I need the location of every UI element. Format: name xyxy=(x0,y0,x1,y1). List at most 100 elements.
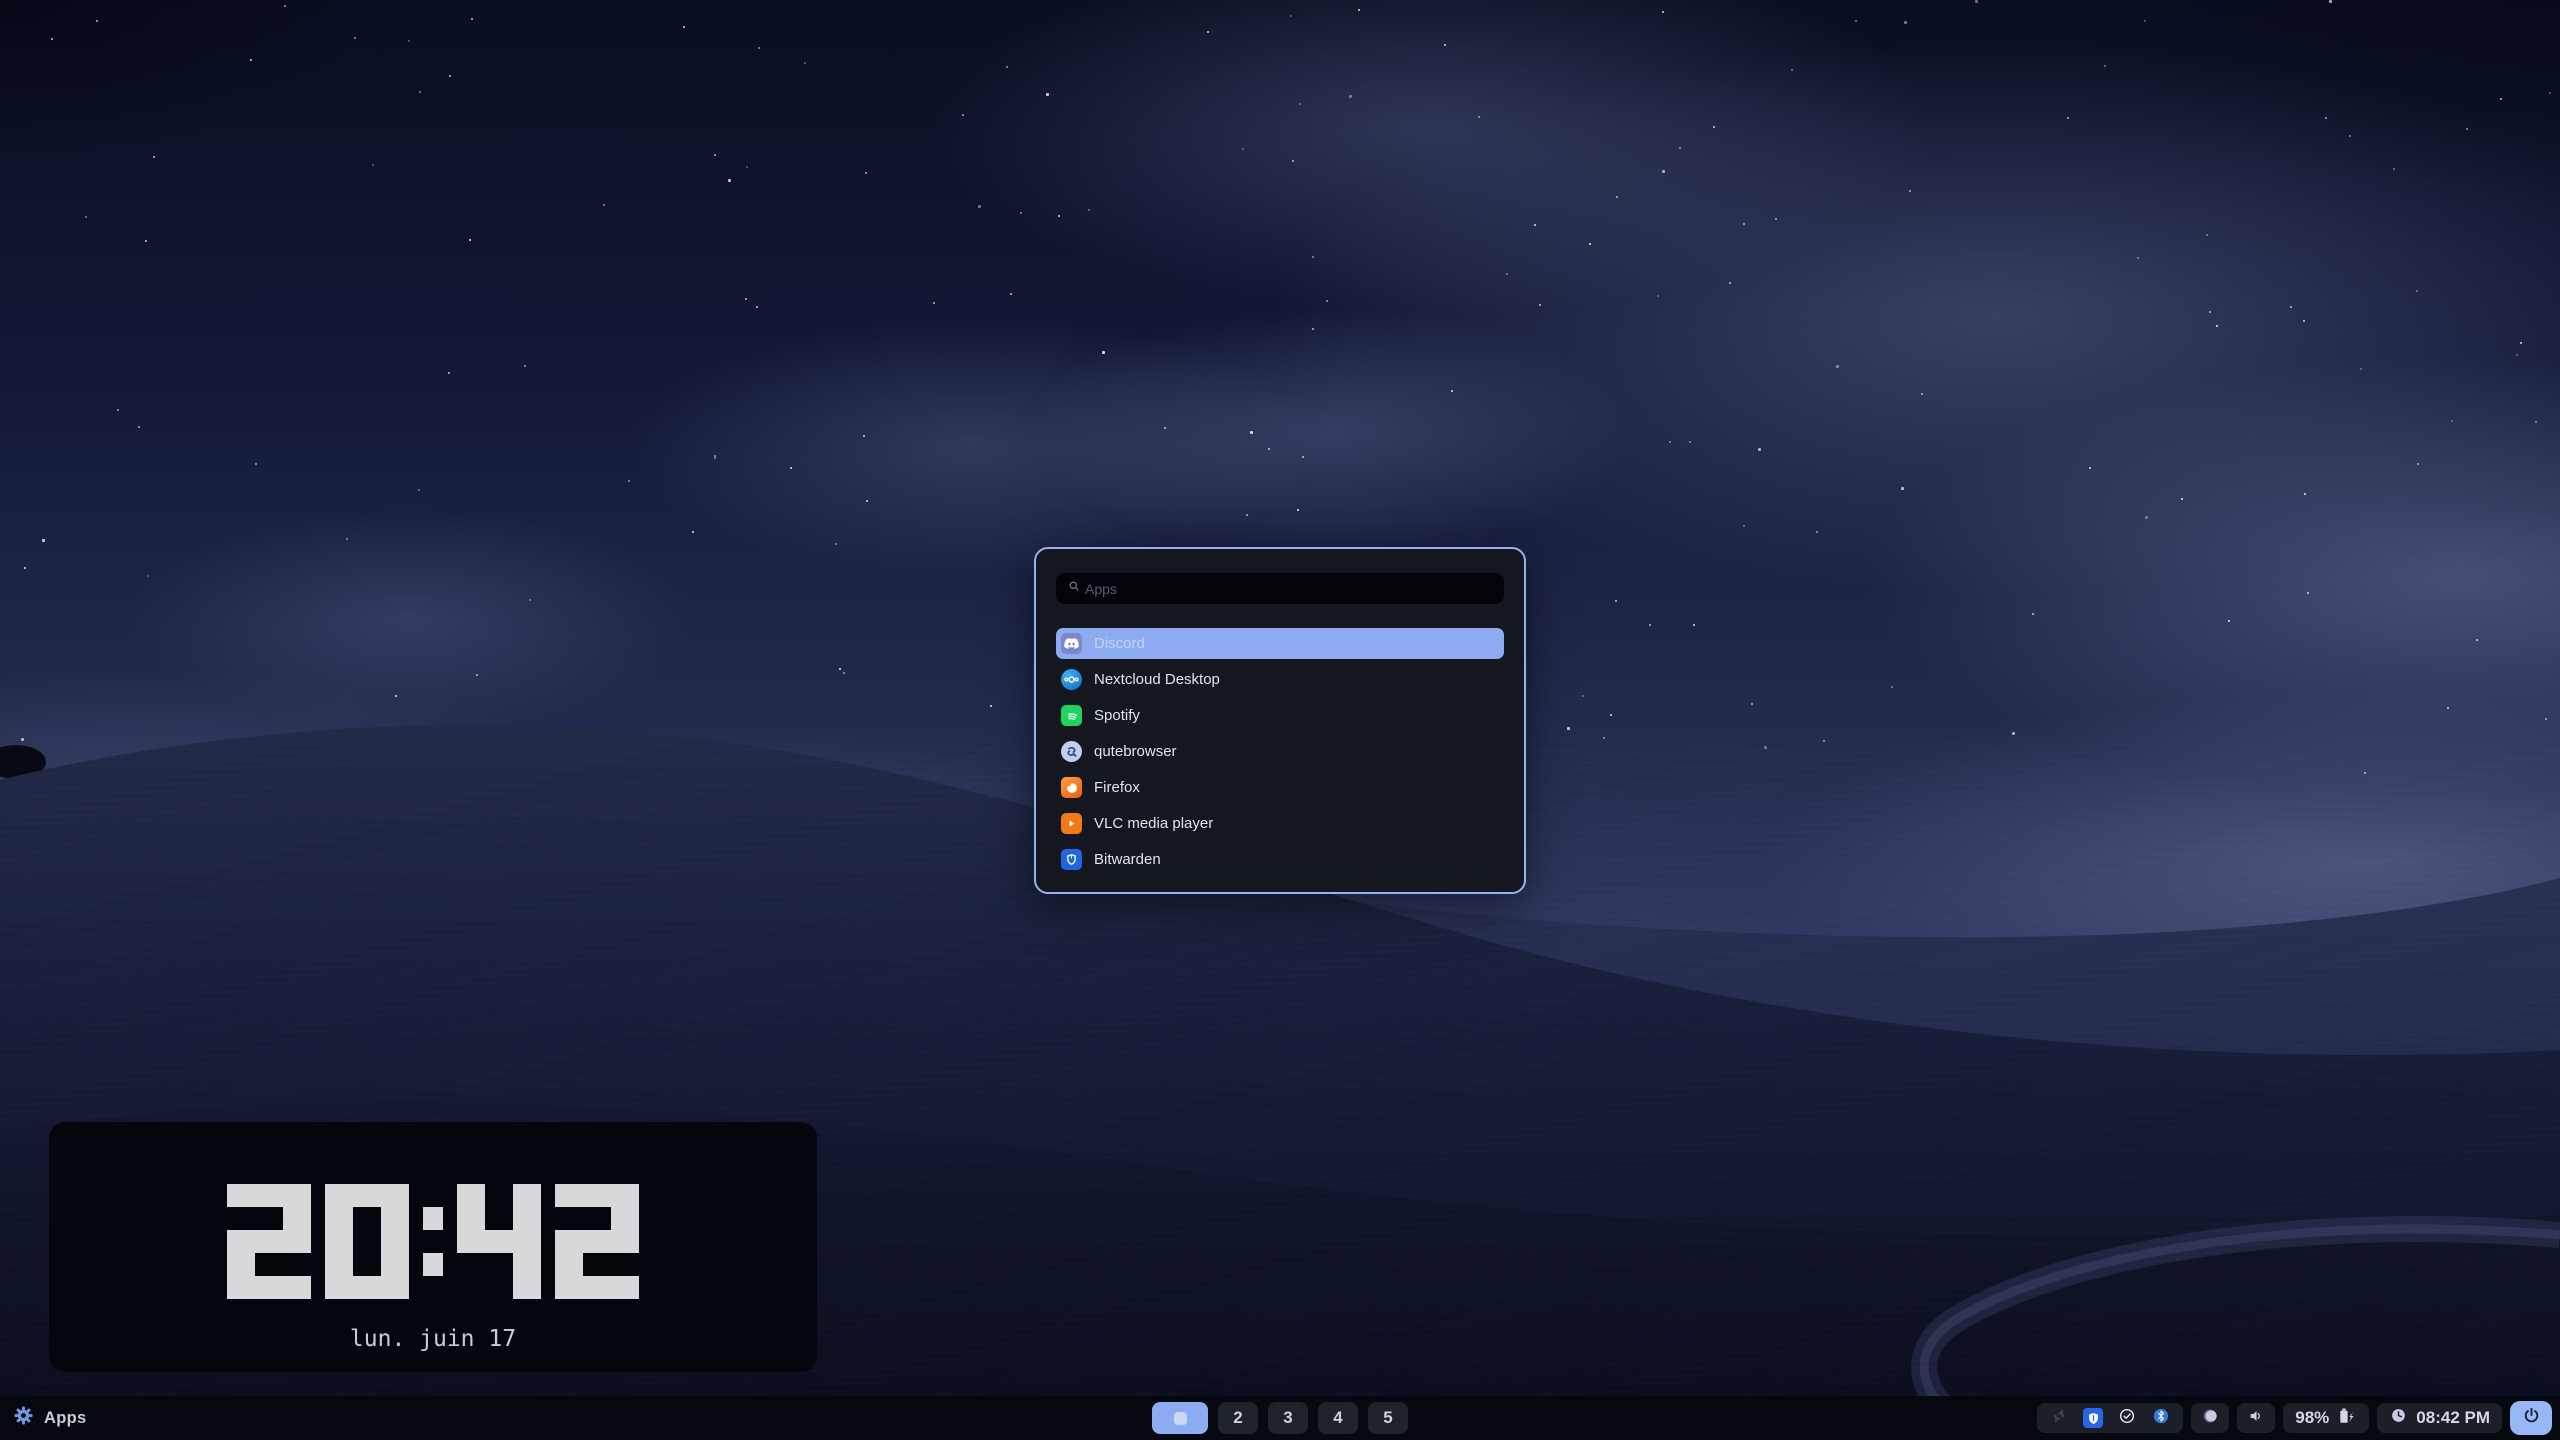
workspace-button-3[interactable]: 3 xyxy=(1268,1402,1308,1434)
check-circle-icon[interactable] xyxy=(2117,1406,2137,1431)
launcher-item-nextcloud-desktop[interactable]: Nextcloud Desktop xyxy=(1056,664,1504,695)
clock-cell xyxy=(283,1184,311,1207)
launcher-item-label: Spotify xyxy=(1094,707,1140,724)
power-button[interactable] xyxy=(2510,1401,2552,1435)
clock-cell xyxy=(611,1184,639,1207)
clock-cell xyxy=(457,1276,485,1299)
workspace-button-2[interactable]: 2 xyxy=(1218,1402,1258,1434)
firefox-icon xyxy=(1061,777,1082,798)
workspace-button-1[interactable] xyxy=(1152,1402,1208,1434)
launcher-item-label: Bitwarden xyxy=(1094,851,1161,868)
clock-cell xyxy=(255,1207,283,1230)
clock-cell xyxy=(255,1253,283,1276)
clock-cell xyxy=(353,1253,381,1276)
bitwarden-icon xyxy=(1061,849,1082,870)
battery-pill[interactable]: 98% xyxy=(2283,1403,2369,1433)
clock-cell xyxy=(583,1184,611,1207)
speaker-icon xyxy=(2246,1406,2266,1431)
launcher-item-label: VLC media player xyxy=(1094,815,1213,832)
clock-cell xyxy=(381,1276,409,1299)
taskbar-apps-button[interactable]: Apps xyxy=(12,1396,86,1440)
clock-cell xyxy=(227,1207,255,1230)
clock-cell xyxy=(513,1276,541,1299)
workspace-button-5[interactable]: 5 xyxy=(1368,1402,1408,1434)
launcher-item-qutebrowser[interactable]: qutebrowser xyxy=(1056,736,1504,767)
workspace-button-4[interactable]: 4 xyxy=(1318,1402,1358,1434)
clock-cell xyxy=(283,1253,311,1276)
night-light-pill[interactable] xyxy=(2191,1403,2229,1433)
app-launcher: Apps Discord Nextcloud Desktop Spotify qute… xyxy=(1034,547,1526,894)
clock-cell xyxy=(353,1230,381,1253)
launcher-item-label: Discord xyxy=(1094,635,1145,652)
clock-cell xyxy=(283,1276,311,1299)
clock-cell xyxy=(283,1207,311,1230)
clock-cell xyxy=(381,1253,409,1276)
launcher-item-firefox[interactable]: Firefox xyxy=(1056,772,1504,803)
clock-cell xyxy=(381,1207,409,1230)
clock-cell xyxy=(513,1230,541,1253)
clock-cell xyxy=(353,1276,381,1299)
clock-cell xyxy=(555,1253,583,1276)
clock-cell xyxy=(513,1253,541,1276)
clock-cell xyxy=(227,1230,255,1253)
clock-cell xyxy=(611,1207,639,1230)
clock-cell xyxy=(423,1184,443,1207)
clock-widget: lun. juin 17 xyxy=(49,1122,817,1372)
clock-cell xyxy=(353,1184,381,1207)
clock-digit-0 xyxy=(325,1184,409,1299)
tray-icons-pill[interactable] xyxy=(2037,1403,2183,1433)
clock-cell xyxy=(611,1230,639,1253)
clock-cell xyxy=(353,1207,381,1230)
clock-cell xyxy=(255,1184,283,1207)
search-placeholder: Apps xyxy=(1085,581,1117,597)
launcher-item-label: qutebrowser xyxy=(1094,743,1177,760)
sync-arrows-icon[interactable] xyxy=(2049,1406,2069,1431)
clock-cell xyxy=(283,1230,311,1253)
clock-cell xyxy=(457,1184,485,1207)
launcher-item-spotify[interactable]: Spotify xyxy=(1056,700,1504,731)
launcher-item-bitwarden[interactable]: Bitwarden xyxy=(1056,844,1504,875)
launcher-item-vlc-media-player[interactable]: VLC media player xyxy=(1056,808,1504,839)
launcher-app-list: Discord Nextcloud Desktop Spotify qutebrows… xyxy=(1056,628,1504,875)
spotify-icon xyxy=(1061,705,1082,726)
clock-cell xyxy=(227,1253,255,1276)
clock-cell xyxy=(381,1184,409,1207)
clock-cell xyxy=(325,1230,353,1253)
taskbar-time: 08:42 PM xyxy=(2416,1408,2490,1428)
clock-digit-2 xyxy=(555,1184,639,1299)
clock-cell xyxy=(381,1230,409,1253)
clock-cell xyxy=(513,1207,541,1230)
clock-cell xyxy=(485,1276,513,1299)
launcher-item-discord[interactable]: Discord xyxy=(1056,628,1504,659)
clock-cell xyxy=(611,1253,639,1276)
clock-date: lun. juin 17 xyxy=(49,1326,817,1352)
clock-cell xyxy=(583,1253,611,1276)
clock-cell xyxy=(457,1230,485,1253)
clock-cell xyxy=(485,1184,513,1207)
clock-cell xyxy=(255,1276,283,1299)
clock-cell xyxy=(513,1184,541,1207)
clock-cell xyxy=(611,1276,639,1299)
taskbar: Apps 2345 xyxy=(0,1396,2560,1440)
clock-cell xyxy=(555,1230,583,1253)
clock-pill[interactable]: 08:42 PM xyxy=(2377,1403,2502,1433)
clock-cell xyxy=(583,1276,611,1299)
workspace-window-indicator xyxy=(1174,1412,1187,1425)
system-tray-cluster: 98% 08:42 PM xyxy=(2037,1401,2552,1435)
clock-digit-4 xyxy=(457,1184,541,1299)
workspace-switcher: 2345 xyxy=(1152,1402,1408,1434)
clock-cell xyxy=(423,1276,443,1299)
clock-cell xyxy=(457,1207,485,1230)
discord-icon xyxy=(1061,633,1082,654)
search-icon xyxy=(1066,578,1083,600)
clock-cell xyxy=(555,1207,583,1230)
battery-percent: 98% xyxy=(2295,1408,2329,1428)
bitwarden-tray-icon[interactable] xyxy=(2083,1408,2103,1428)
bluetooth-icon[interactable] xyxy=(2151,1406,2171,1431)
clock-cell xyxy=(227,1276,255,1299)
apps-button-label: Apps xyxy=(44,1409,86,1428)
launcher-search-input[interactable]: Apps xyxy=(1056,573,1504,604)
clock-cell xyxy=(423,1230,443,1253)
digital-clock-time xyxy=(49,1184,817,1299)
volume-pill[interactable] xyxy=(2237,1403,2275,1433)
